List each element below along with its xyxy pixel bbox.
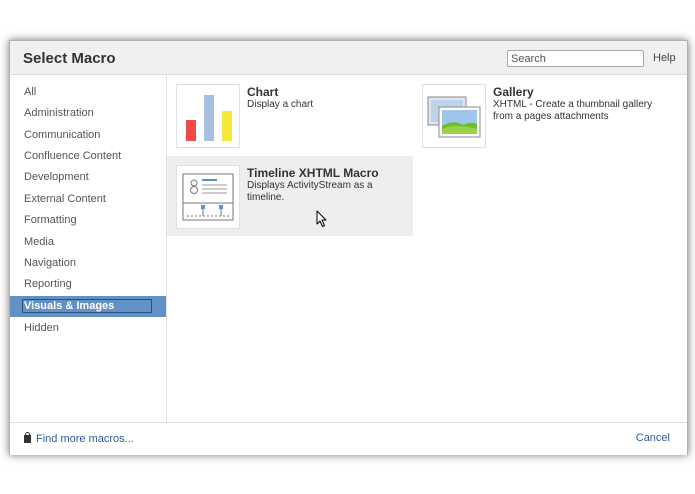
category-external-content[interactable]: External Content [10, 189, 166, 210]
select-macro-dialog: Select Macro Help All Administration Com… [9, 40, 688, 455]
category-visuals-images[interactable]: Visuals & Images [10, 296, 166, 317]
macro-description: Display a chart [247, 99, 314, 110]
category-reporting[interactable]: Reporting [10, 274, 166, 295]
macro-list: Chart Display a chart Gallery XHTML - Cr… [167, 75, 687, 422]
macro-gallery[interactable]: Gallery XHTML - Create a thumbnail galle… [413, 75, 659, 155]
macro-timeline-xhtml[interactable]: Timeline XHTML Macro Displays ActivitySt… [167, 156, 413, 236]
search-input[interactable] [507, 50, 644, 67]
find-more-label: Find more macros... [36, 433, 134, 445]
dialog-footer: Find more macros... Cancel [10, 422, 687, 455]
category-media[interactable]: Media [10, 232, 166, 253]
category-formatting[interactable]: Formatting [10, 210, 166, 231]
dialog-header: Select Macro Help [10, 41, 687, 75]
dialog-title: Select Macro [23, 50, 116, 67]
find-more-macros-link[interactable]: Find more macros... [23, 432, 134, 445]
mouse-pointer-icon [316, 210, 327, 227]
category-navigation[interactable]: Navigation [10, 253, 166, 274]
category-confluence-content[interactable]: Confluence Content [10, 146, 166, 167]
macro-description: XHTML - Create a thumbnail gallery from … [493, 99, 653, 122]
macro-title: Gallery [493, 85, 534, 99]
macro-chart[interactable]: Chart Display a chart [167, 75, 413, 155]
gallery-icon [422, 84, 486, 148]
cancel-button[interactable]: Cancel [636, 432, 670, 444]
help-link[interactable]: Help [653, 52, 676, 64]
category-development[interactable]: Development [10, 167, 166, 188]
timeline-icon [176, 165, 240, 229]
bar-chart-icon [176, 84, 240, 148]
category-administration[interactable]: Administration [10, 103, 166, 124]
shopping-bag-icon [24, 432, 31, 443]
category-hidden[interactable]: Hidden [10, 318, 166, 339]
macro-title: Chart [247, 85, 279, 99]
category-sidebar: All Administration Communication Conflue… [10, 75, 167, 422]
category-communication[interactable]: Communication [10, 125, 166, 146]
macro-description: Displays ActivityStream as a timeline. [247, 180, 373, 203]
macro-title: Timeline XHTML Macro [247, 166, 379, 180]
category-all[interactable]: All [10, 82, 166, 103]
